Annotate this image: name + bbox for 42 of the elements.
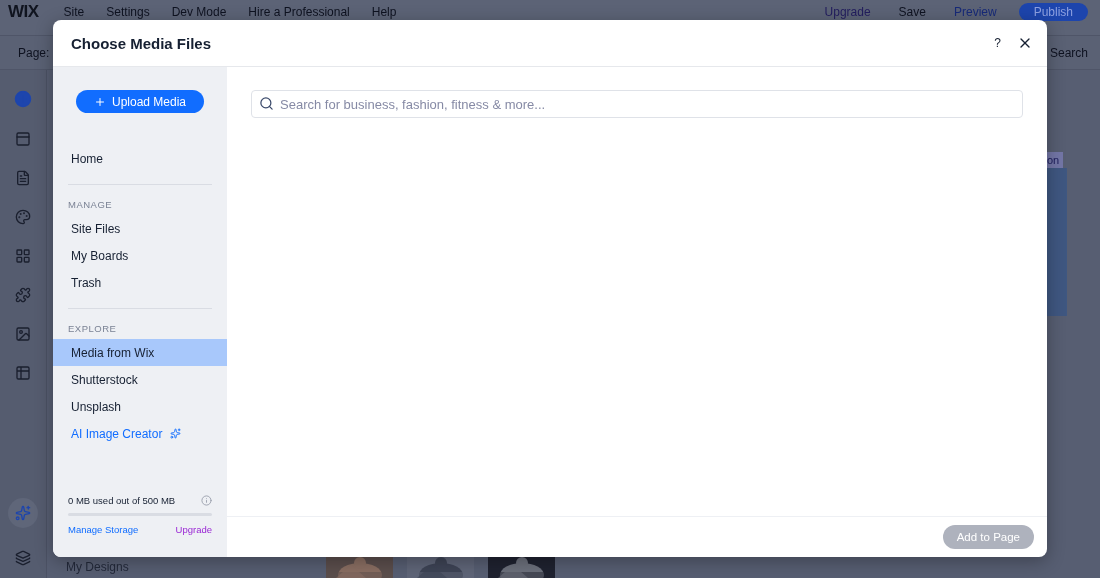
sidebar-item[interactable]: Unsplash (53, 393, 227, 420)
dialog-title: Choose Media Files (71, 34, 213, 52)
section-heading: EXPLORE (67, 322, 118, 336)
search-icon (259, 96, 274, 111)
search-field[interactable]: Search for business, fashion, fitness & more... (251, 90, 1023, 118)
image-icon (15, 326, 31, 342)
sidebar-link[interactable]: AI Image Creator (71, 426, 163, 441)
layout-icon (15, 131, 31, 147)
grid-icon (15, 248, 31, 264)
sidebar-item[interactable]: Trash (53, 269, 227, 296)
sidebar-item[interactable]: Media from Wix (53, 339, 227, 366)
menu-item[interactable]: Help (371, 5, 397, 19)
puzzle-icon (15, 287, 31, 303)
sidebar-item[interactable]: Shutterstock (53, 366, 227, 393)
sparkle-icon (170, 428, 182, 439)
info-icon (201, 495, 212, 506)
sidebar-item[interactable]: Site Files (53, 215, 227, 242)
publish-button[interactable]: Publish (1018, 3, 1088, 21)
logo[interactable]: WIX (8, 3, 39, 20)
plus-icon (93, 95, 106, 108)
menu-item[interactable]: Site (63, 5, 85, 19)
toolbar-link[interactable]: Save (898, 5, 926, 19)
storage-text: 0 MB used out of 500 MB (68, 495, 176, 506)
toolbar-link[interactable]: Upgrade (824, 5, 871, 19)
table-icon (15, 365, 31, 381)
manage-storage-link[interactable]: Manage Storage (68, 524, 139, 535)
search-link[interactable]: Search (1049, 45, 1088, 60)
upload-button[interactable]: Upload Media (76, 90, 204, 113)
sidebar-item[interactable]: Home (53, 145, 227, 172)
menu-item[interactable]: Settings (106, 5, 150, 19)
menu-item[interactable]: Hire a Professional (248, 5, 350, 19)
section-heading: MANAGE (67, 198, 114, 212)
layers-icon (15, 550, 31, 566)
page-label: Page: (18, 45, 50, 60)
help-button[interactable]: ? (994, 36, 1001, 50)
sidebar-item[interactable]: My Boards (53, 242, 227, 269)
menu-item[interactable]: Dev Mode (171, 5, 227, 19)
upgrade-link[interactable]: Upgrade (175, 524, 212, 535)
sparkle-icon (15, 505, 31, 521)
toolbar-link[interactable]: Preview (953, 5, 997, 19)
palette-icon (15, 209, 31, 225)
page-icon (15, 170, 31, 186)
